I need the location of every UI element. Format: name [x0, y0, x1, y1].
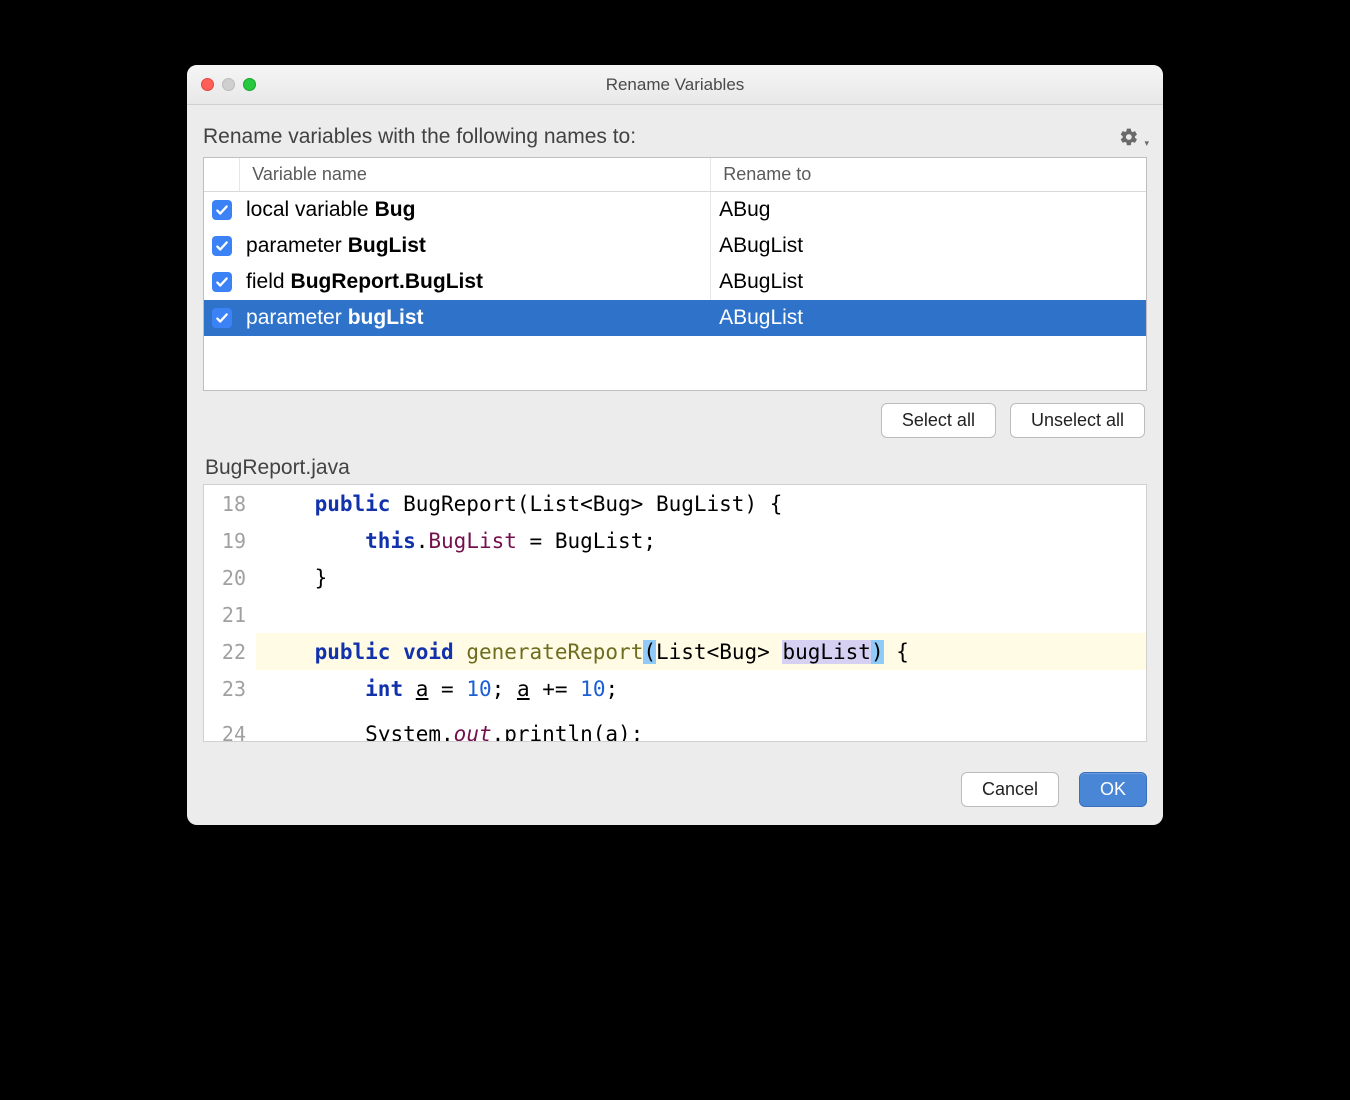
table-header: Variable name Rename to — [204, 158, 1146, 192]
variable-name-cell: local variable Bug — [240, 192, 711, 228]
code-text: System.out.println(a); — [256, 722, 643, 743]
table-row[interactable]: local variable BugABug — [204, 192, 1146, 228]
table-row[interactable]: parameter bugListABugList — [204, 300, 1146, 336]
rename-to-cell[interactable]: ABugList — [711, 300, 1146, 336]
code-text: int a = 10; a += 10; — [256, 677, 618, 701]
line-number: 23 — [204, 670, 256, 707]
cancel-button[interactable]: Cancel — [961, 772, 1059, 807]
table-row[interactable]: field BugReport.BugListABugList — [204, 264, 1146, 300]
header-rename-to[interactable]: Rename to — [711, 158, 1146, 191]
row-checkbox[interactable] — [212, 200, 232, 220]
code-line: 24 System.out.println(a); — [204, 707, 1146, 742]
window-title: Rename Variables — [187, 75, 1163, 95]
rename-variables-dialog: Rename Variables Rename variables with t… — [187, 65, 1163, 825]
dialog-subheading: Rename variables with the following name… — [203, 125, 636, 149]
variable-name-cell: parameter bugList — [240, 300, 711, 336]
unselect-all-button[interactable]: Unselect all — [1010, 403, 1145, 438]
table-row[interactable]: parameter BugListABugList — [204, 228, 1146, 264]
code-line: 22 public void generateReport(List<Bug> … — [204, 633, 1146, 670]
gear-icon[interactable]: ▾ — [1119, 127, 1147, 147]
rename-to-cell[interactable]: ABugList — [711, 228, 1146, 264]
line-number: 18 — [204, 485, 256, 522]
ok-button[interactable]: OK — [1079, 772, 1147, 807]
line-number: 20 — [204, 559, 256, 596]
code-line: 18 public BugReport(List<Bug> BugList) { — [204, 485, 1146, 522]
line-number: 19 — [204, 522, 256, 559]
line-number: 24 — [204, 715, 256, 742]
code-text: public void generateReport(List<Bug> bug… — [256, 640, 909, 664]
row-checkbox[interactable] — [212, 236, 232, 256]
variable-name-cell: parameter BugList — [240, 228, 711, 264]
code-line: 23 int a = 10; a += 10; — [204, 670, 1146, 707]
titlebar: Rename Variables — [187, 65, 1163, 105]
table-empty-area — [204, 336, 1146, 390]
header-variable-name[interactable]: Variable name — [240, 158, 711, 191]
code-preview[interactable]: 18 public BugReport(List<Bug> BugList) {… — [203, 484, 1147, 742]
line-number: 22 — [204, 633, 256, 670]
row-checkbox[interactable] — [212, 272, 232, 292]
code-text: public BugReport(List<Bug> BugList) { — [256, 492, 782, 516]
line-number: 21 — [204, 596, 256, 633]
code-text: this.BugList = BugList; — [256, 529, 656, 553]
select-all-button[interactable]: Select all — [881, 403, 996, 438]
rename-to-cell[interactable]: ABugList — [711, 264, 1146, 300]
rename-to-cell[interactable]: ABug — [711, 192, 1146, 228]
code-line: 20 } — [204, 559, 1146, 596]
code-line: 21 — [204, 596, 1146, 633]
code-text: } — [256, 566, 327, 590]
row-checkbox[interactable] — [212, 308, 232, 328]
file-name-label: BugReport.java — [205, 456, 1147, 480]
code-line: 19 this.BugList = BugList; — [204, 522, 1146, 559]
variables-table: Variable name Rename to local variable B… — [203, 157, 1147, 391]
variable-name-cell: field BugReport.BugList — [240, 264, 711, 300]
